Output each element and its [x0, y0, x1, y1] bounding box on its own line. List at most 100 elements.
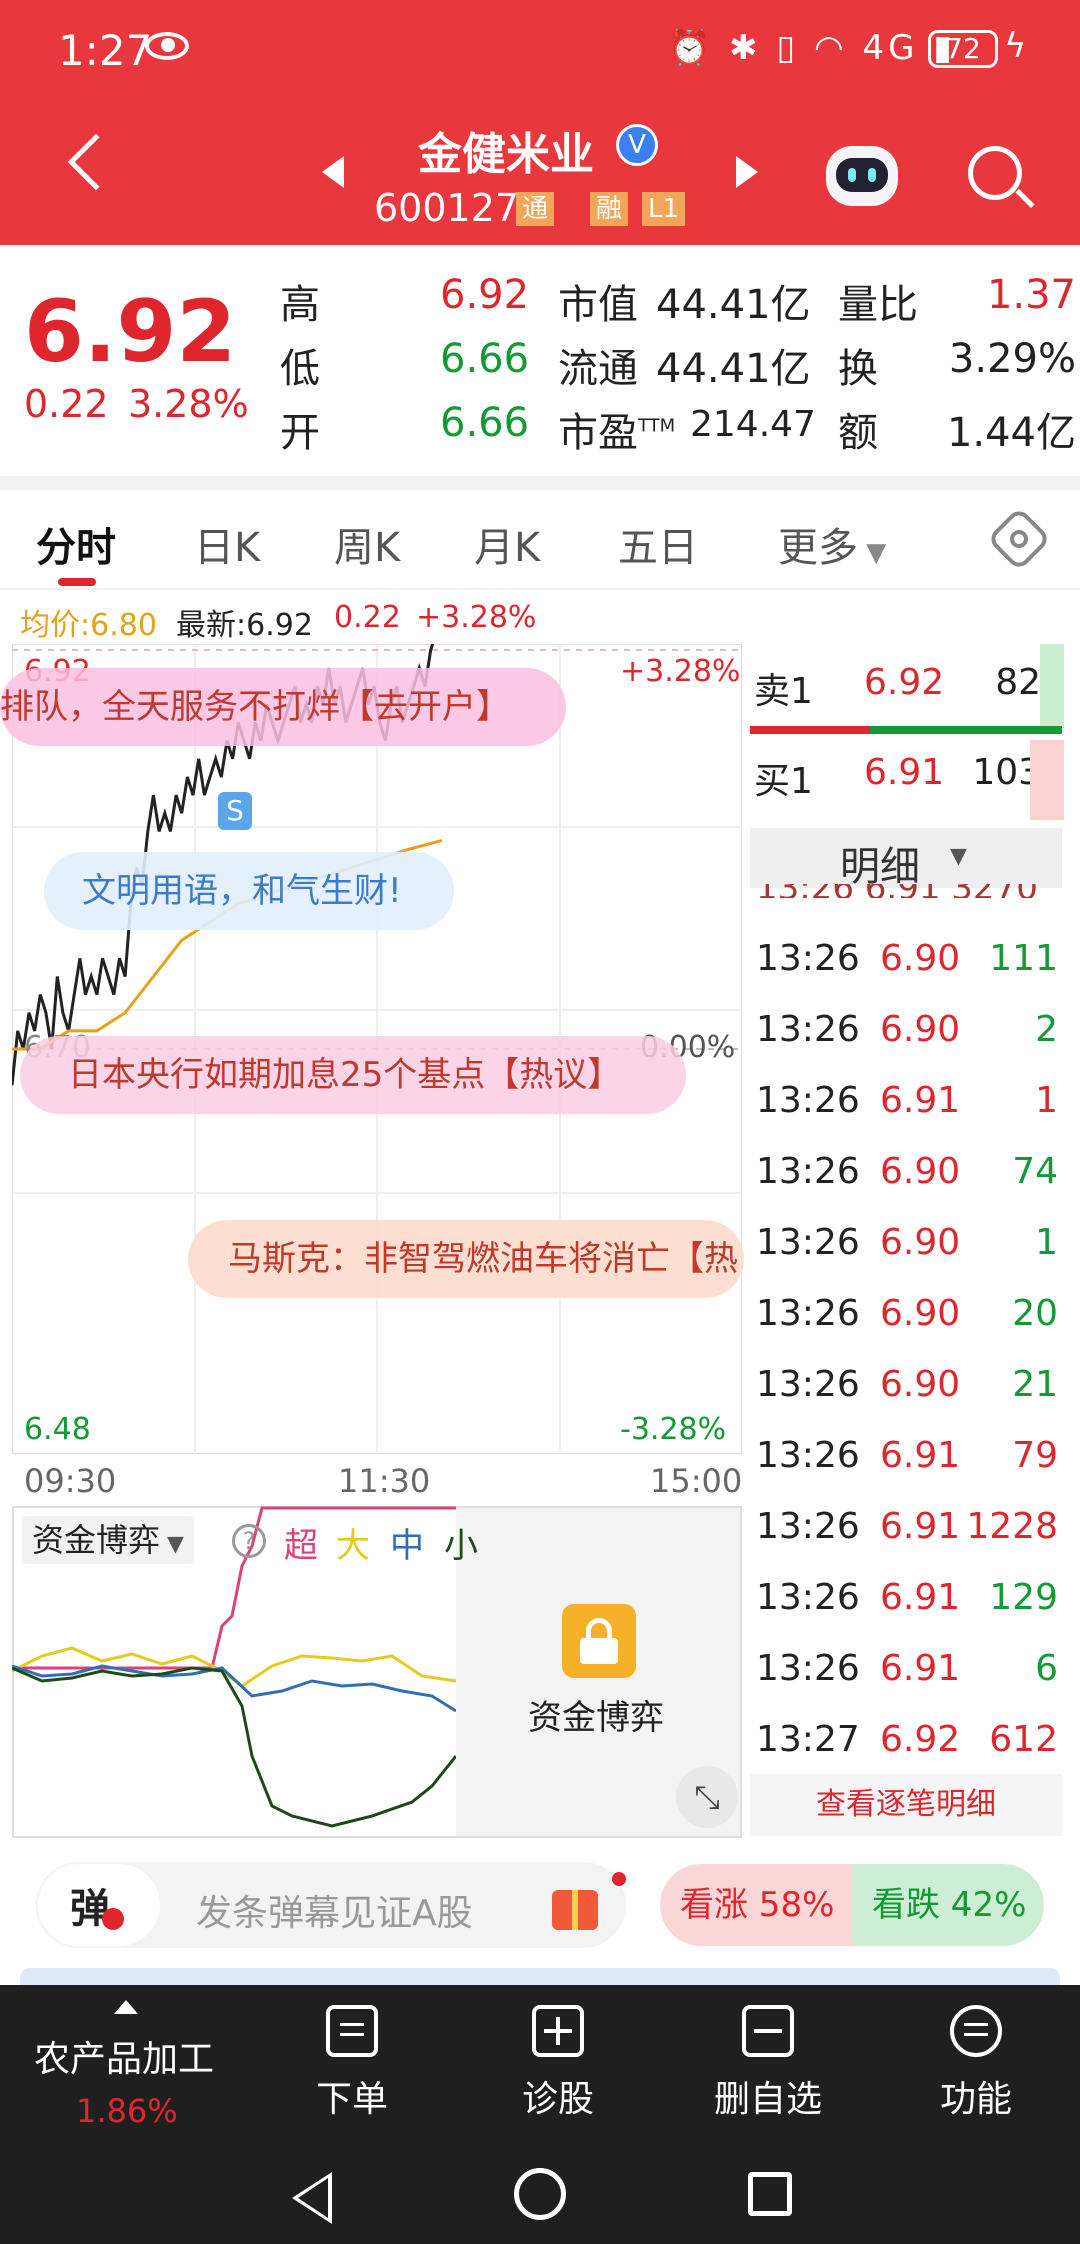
sell1-price: 6.92 [864, 662, 945, 703]
trade-time: 13:26 [756, 1648, 860, 1689]
chevron-up-icon[interactable] [114, 2000, 138, 2014]
trade-volume: 21 [1012, 1364, 1058, 1405]
value-market-cap: 44.41亿 [656, 282, 811, 328]
trade-volume: 1228 [966, 1506, 1058, 1547]
trade-price: 6.91 [880, 1435, 961, 1476]
menu-icon[interactable] [950, 2005, 1002, 2057]
trade-volume: 2 [1035, 1009, 1058, 1050]
trade-volume: 74 [1012, 1151, 1058, 1192]
y-pct-high: +3.28% [620, 654, 741, 689]
label-amount: 额 [838, 410, 878, 456]
danmaku-pill-1[interactable]: 排队，全天服务不打烊【去开户】 [0, 668, 566, 746]
danmaku-pill-2[interactable]: 文明用语，和气生财! [44, 852, 454, 930]
fund-game-dropdown[interactable]: 资金博弈 ▼ [22, 1516, 194, 1564]
legend-super: 超 [284, 1526, 318, 1566]
expand-icon[interactable]: ⤡ [676, 1766, 738, 1828]
partial-trade-row: 13:26 6.91 3270 [756, 884, 1056, 898]
trade-volume: 129 [989, 1577, 1058, 1618]
trade-time: 13:26 [756, 1222, 860, 1263]
value-low: 6.66 [440, 336, 530, 382]
nav-diagnose[interactable]: 诊股 [468, 2070, 648, 2122]
sell1-bar [1040, 644, 1064, 728]
legend-large: 大 [336, 1526, 370, 1566]
diagnose-icon[interactable] [532, 2005, 584, 2057]
trade-time: 13:26 [756, 1577, 860, 1618]
sell1-label: 卖1 [754, 671, 813, 712]
order-icon[interactable] [326, 2005, 378, 2057]
chevron-down-icon: ▼ [950, 844, 967, 869]
vote-fall-button[interactable]: 看跌 42% [852, 1864, 1044, 1946]
label-float-cap: 流通 [558, 346, 638, 392]
robot-assistant-icon[interactable] [826, 146, 898, 206]
legend-small: 小 [444, 1526, 478, 1566]
avg-price-label: 均价:6.80 [20, 608, 157, 643]
buy1-price: 6.91 [864, 752, 945, 793]
chevron-down-icon: ▼ [858, 538, 887, 568]
trade-time: 13:26 [756, 1080, 860, 1121]
prev-stock-icon[interactable] [322, 156, 344, 188]
y-pct-low: -3.28% [620, 1412, 727, 1447]
sell-signal-marker[interactable]: S [218, 792, 252, 830]
value-volume-ratio: 1.37 [986, 272, 1076, 318]
lock-label: 资金博弈 [528, 1698, 664, 1738]
price-change-pct: 3.28% [128, 382, 249, 426]
chevron-down-icon: ▼ [160, 1532, 184, 1557]
status-time: 1:27 [58, 26, 153, 75]
sell-pressure-bar [750, 726, 870, 734]
vote-rise-button[interactable]: 看涨 58% [660, 1864, 852, 1946]
trade-volume: 6 [1035, 1648, 1058, 1689]
trade-volume: 20 [1012, 1293, 1058, 1334]
app-header: 1:27 ⏰ ✱ ▯ ◠ 4G ▮ 72 ϟ 金健米业 V 600127 通 融… [0, 0, 1080, 245]
eye-icon [145, 32, 189, 60]
search-icon[interactable] [968, 146, 1022, 200]
value-pe: 214.47 [690, 404, 816, 445]
tab-weekly-k[interactable]: 周K [334, 515, 400, 573]
remove-watchlist-icon[interactable] [742, 2005, 794, 2057]
danmaku-placeholder: 发条弹幕见证A股 [196, 1893, 473, 1934]
x-label-noon: 11:30 [338, 1462, 431, 1500]
trade-time: 13:26 [756, 938, 860, 979]
system-recents-icon[interactable] [748, 2172, 792, 2216]
x-label-open: 09:30 [24, 1462, 117, 1500]
trade-volume: 612 [989, 1719, 1058, 1760]
label-low: 低 [280, 346, 320, 392]
tab-daily-k[interactable]: 日K [194, 515, 260, 573]
nav-remove-watchlist[interactable]: 删自选 [678, 2070, 858, 2122]
next-stock-icon[interactable] [736, 156, 758, 188]
danmaku-pill-3[interactable]: 日本央行如期加息25个基点【热议】 [20, 1036, 686, 1114]
system-back-icon-inner [298, 2178, 328, 2218]
gift-icon[interactable] [552, 1890, 598, 1930]
trade-time: 13:26 [756, 1435, 860, 1476]
help-icon[interactable]: ? [232, 1524, 266, 1558]
view-all-trades-link[interactable]: 查看逐笔明细 [750, 1774, 1062, 1836]
label-market-cap: 市值 [558, 282, 638, 328]
trade-time: 13:27 [756, 1719, 860, 1760]
tab-more[interactable]: 更多 ▼ [778, 515, 886, 573]
value-amount: 1.44亿 [946, 410, 1076, 456]
trade-price: 6.92 [880, 1719, 961, 1760]
trade-price: 6.90 [880, 1222, 961, 1263]
system-home-icon[interactable] [514, 2168, 566, 2220]
nav-order[interactable]: 下单 [262, 2070, 442, 2122]
tab-five-day[interactable]: 五日 [618, 515, 698, 573]
trade-price: 6.90 [880, 1151, 961, 1192]
settings-gear-icon[interactable] [986, 506, 1052, 572]
sector-name[interactable]: 农产品加工 [34, 2030, 214, 2082]
trade-price: 6.90 [880, 1009, 961, 1050]
trade-time: 13:26 [756, 1364, 860, 1405]
battery-indicator: 72 [928, 30, 998, 68]
detail-dropdown[interactable]: 明细 ▼ [750, 828, 1062, 890]
current-price: 6.92 [24, 282, 237, 382]
value-high: 6.92 [440, 272, 530, 318]
tab-monthly-k[interactable]: 月K [474, 515, 540, 573]
lock-icon [562, 1604, 636, 1678]
charging-icon: ϟ [1004, 26, 1027, 66]
tab-intraday[interactable]: 分时 [36, 515, 116, 573]
x-label-close: 15:00 [650, 1462, 743, 1500]
trade-volume: 79 [1012, 1435, 1058, 1476]
trade-price: 6.90 [880, 1293, 961, 1334]
nav-functions[interactable]: 功能 [886, 2070, 1066, 2122]
danmaku-pill-4[interactable]: 马斯克：非智驾燃油车将消亡【热 [188, 1220, 744, 1298]
danmaku-toggle[interactable]: 弹 [38, 1864, 160, 1946]
back-arrow-icon[interactable] [67, 133, 125, 191]
